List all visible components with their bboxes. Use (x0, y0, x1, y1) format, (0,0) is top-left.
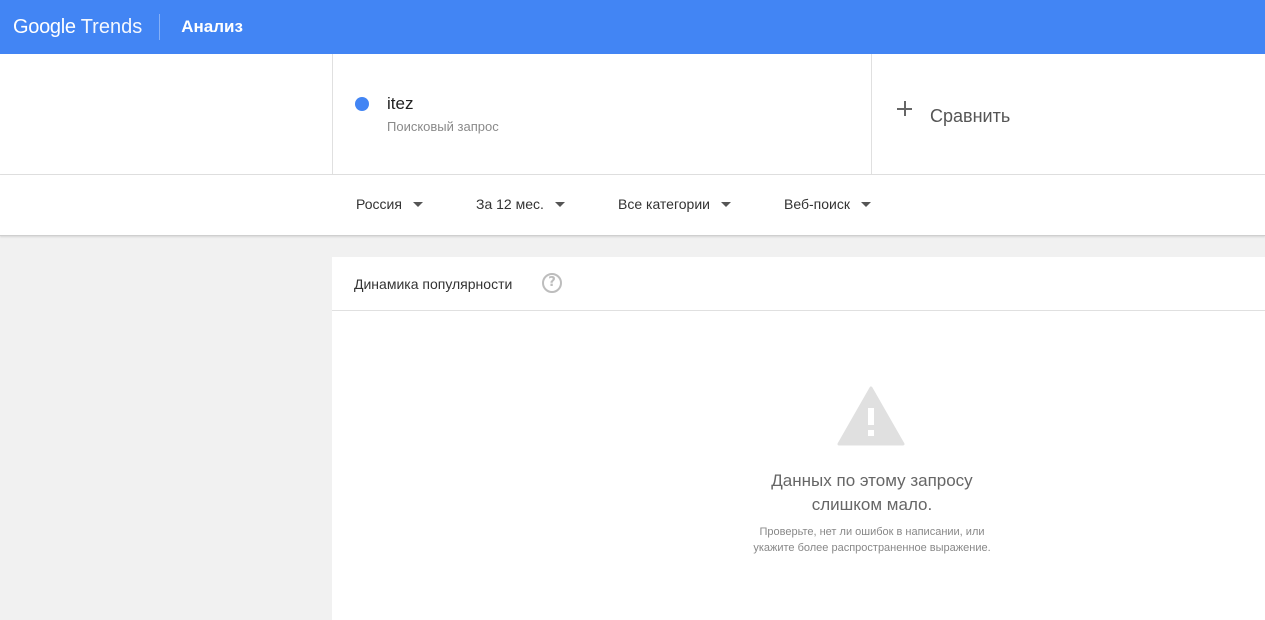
page-title: Анализ (181, 17, 243, 36)
appbar-divider (159, 14, 161, 40)
dropdown-arrow-icon (720, 201, 731, 207)
region-label: Россия (356, 196, 402, 212)
term-color-dot (355, 97, 369, 111)
hint-line-1: Проверьте, нет ли ошибок в написании, ил… (759, 526, 985, 538)
period-dropdown[interactable]: За 12 мес. (476, 196, 565, 212)
logo-trends-text: Trends (80, 15, 143, 38)
plus-icon (896, 100, 914, 118)
panel-header: Динамика популярности ? (332, 257, 1265, 311)
empty-state-message: Данных по этому запросу слишком мало. (672, 469, 1072, 517)
empty-message-line-2: слишком мало. (811, 495, 933, 514)
empty-message-line-1: Данных по этому запросу (771, 471, 973, 490)
period-label: За 12 мес. (476, 196, 544, 212)
search-term-type: Поисковый запрос (387, 119, 499, 134)
app-bar: Google Trends Анализ (0, 0, 1265, 54)
search-term-card[interactable]: itez Поисковый запрос (332, 54, 872, 175)
search-terms-row: itez Поисковый запрос Сравнить (0, 54, 1265, 175)
region-dropdown[interactable]: Россия (356, 196, 423, 212)
panel-title: Динамика популярности (354, 276, 513, 292)
compare-label: Сравнить (930, 106, 1011, 126)
search-type-label: Веб-поиск (784, 196, 850, 212)
dropdown-arrow-icon (554, 201, 565, 207)
hint-line-2: укажите более распространенное выражение… (753, 542, 991, 554)
warning-icon (837, 386, 905, 446)
dropdown-arrow-icon (860, 201, 871, 207)
search-type-dropdown[interactable]: Веб-поиск (784, 196, 871, 212)
help-icon[interactable]: ? (542, 273, 562, 293)
empty-state-hint: Проверьте, нет ли ошибок в написании, ил… (672, 524, 1072, 556)
filter-bar: Россия За 12 мес. Все категории Веб-поис… (0, 175, 1265, 236)
category-dropdown[interactable]: Все категории (618, 196, 731, 212)
search-term-name: itez (387, 94, 414, 113)
logo-google-text: Google (13, 15, 76, 38)
category-label: Все категории (618, 196, 710, 212)
google-trends-logo[interactable]: Google Trends (0, 0, 142, 54)
interest-over-time-panel: Динамика популярности ? Данных по этому … (332, 257, 1265, 620)
dropdown-arrow-icon (412, 201, 423, 207)
compare-button[interactable]: Сравнить (872, 54, 1265, 175)
